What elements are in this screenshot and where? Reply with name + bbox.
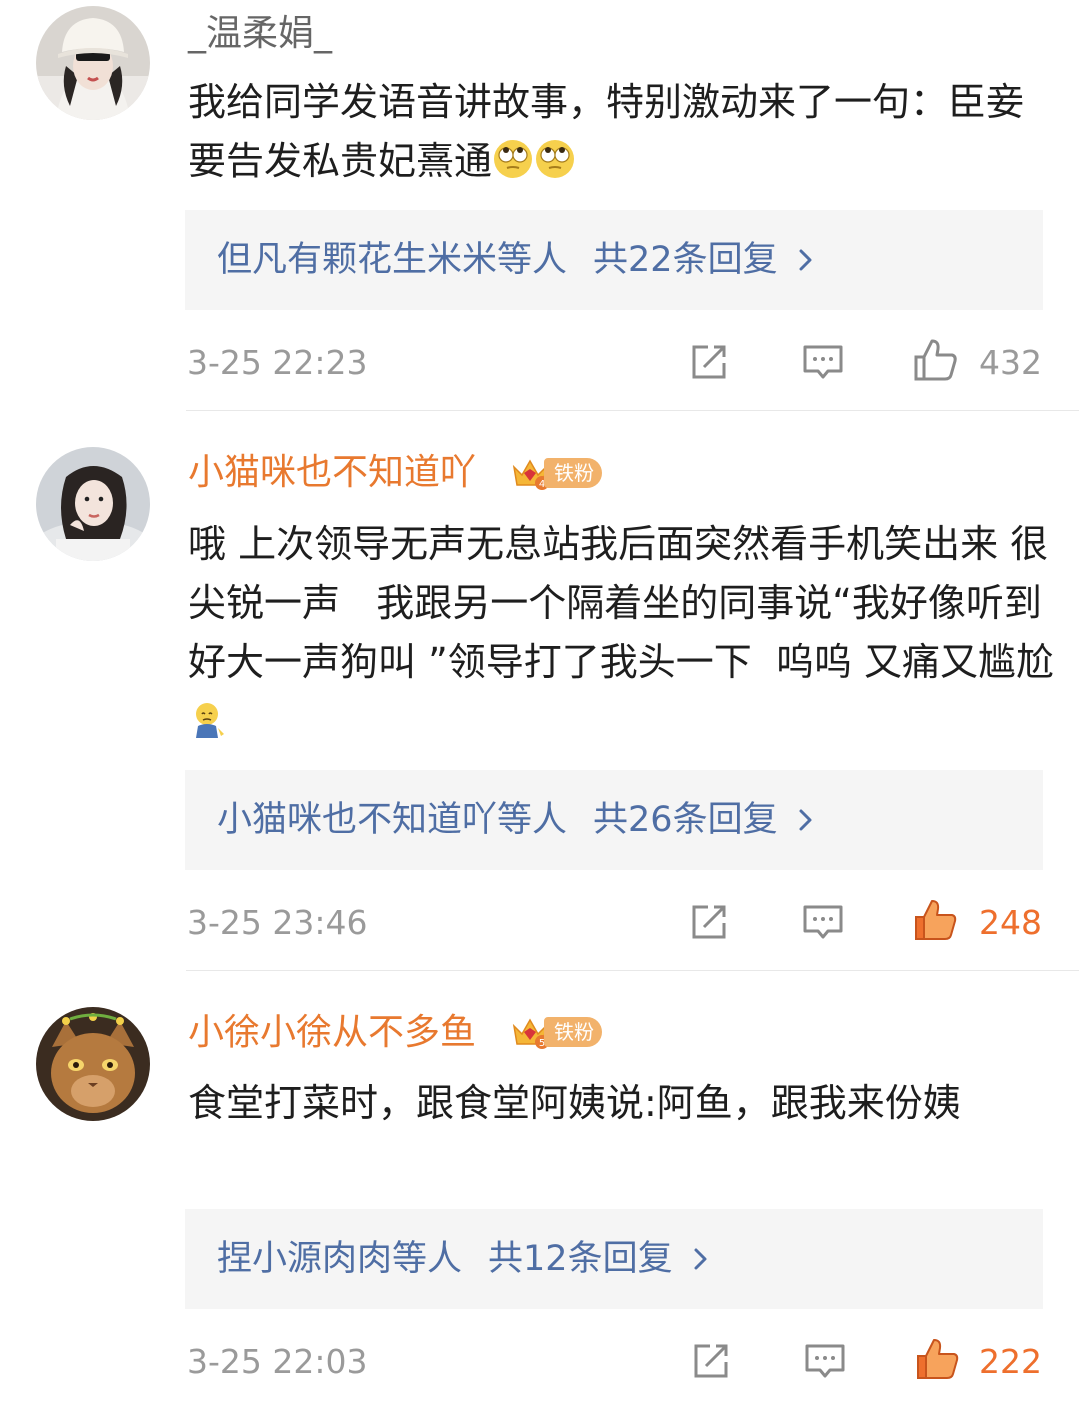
share-icon[interactable] [686, 339, 732, 385]
reply-count[interactable]: 共26条回复 [593, 798, 778, 842]
sad-sitting-emoji [196, 703, 224, 738]
badge-label: 铁粉 [544, 458, 602, 488]
share-icon[interactable] [688, 1338, 734, 1384]
like-count: 222 [979, 1342, 1042, 1381]
eye-roll-emoji [494, 140, 533, 178]
reply-others-label: 等人 [497, 240, 568, 280]
comment-text-content: 哦 上次领导无声无息站我后面突然看手机笑出来 很尖锐一声 我跟另一个隔着坐的同事… [188, 522, 1055, 684]
username[interactable]: 小猫咪也不知道吖 [188, 451, 476, 495]
chevron-right-icon [694, 1248, 707, 1270]
reply-others-label: 等人 [392, 1239, 463, 1279]
avatar[interactable] [36, 447, 150, 561]
comment-text: 我给同学发语音讲故事，特别激动来了一句：臣妾要告发私贵妃熹通 [188, 73, 1058, 191]
like-count: 248 [979, 903, 1042, 942]
timestamp: 3-25 22:03 [187, 1342, 368, 1381]
reply-users[interactable]: 但凡有颗花生米米 [217, 238, 497, 282]
reply-users[interactable]: 捏小源肉肉 [217, 1237, 392, 1281]
like-count: 432 [979, 343, 1042, 382]
reply-summary[interactable]: 捏小源肉肉 等人 共12条回复 [185, 1209, 1043, 1309]
chevron-right-icon [799, 809, 812, 831]
comment-item: 小徐小徐从不多鱼 5 铁粉 食堂打菜时，跟食堂阿姨说:阿鱼，跟我来份姨 捏小源肉… [0, 971, 1079, 1415]
username[interactable]: _温柔娟_ [188, 12, 332, 56]
reply-summary[interactable]: 小猫咪也不知道吖 等人 共26条回复 [185, 770, 1043, 870]
like-icon[interactable] [912, 337, 958, 383]
avatar[interactable] [36, 1007, 150, 1121]
share-icon[interactable] [686, 899, 732, 945]
reply-count[interactable]: 共12条回复 [488, 1237, 673, 1281]
comment-icon[interactable] [800, 339, 846, 385]
reply-others-label: 等人 [497, 800, 568, 840]
eye-roll-emoji [536, 140, 575, 178]
comment-item: _温柔娟_ 我给同学发语音讲故事，特别激动来了一句：臣妾要告发私贵妃熹通 但凡有… [0, 0, 1079, 410]
reply-users[interactable]: 小猫咪也不知道吖 [217, 798, 497, 842]
fan-badge[interactable]: 5 铁粉 [510, 1014, 602, 1050]
badge-label: 铁粉 [544, 1017, 602, 1047]
comment-text-content: 食堂打菜时，跟食堂阿姨说:阿鱼，跟我来份姨 [188, 1081, 961, 1125]
reply-count[interactable]: 共22条回复 [593, 238, 778, 282]
comment-icon[interactable] [802, 1338, 848, 1384]
comment-text: 食堂打菜时，跟食堂阿姨说:阿鱼，跟我来份姨 [188, 1074, 1058, 1133]
comment-item: 小猫咪也不知道吖 4 铁粉 哦 上次领导无声无息站我后面突然看手机笑出来 很尖锐… [0, 411, 1079, 971]
username[interactable]: 小徐小徐从不多鱼 [188, 1011, 476, 1055]
like-icon[interactable] [912, 897, 958, 943]
timestamp: 3-25 23:46 [187, 903, 368, 942]
comment-text-content: 我给同学发语音讲故事，特别激动来了一句：臣妾要告发私贵妃熹通 [188, 80, 1025, 183]
comment-icon[interactable] [800, 899, 846, 945]
fan-badge[interactable]: 4 铁粉 [510, 455, 602, 491]
like-icon[interactable] [914, 1336, 960, 1382]
reply-summary[interactable]: 但凡有颗花生米米 等人 共22条回复 [185, 210, 1043, 310]
timestamp: 3-25 22:23 [187, 343, 368, 382]
comment-text: 哦 上次领导无声无息站我后面突然看手机笑出来 很尖锐一声 我跟另一个隔着坐的同事… [188, 515, 1058, 751]
avatar[interactable] [36, 6, 150, 120]
chevron-right-icon [799, 249, 812, 271]
